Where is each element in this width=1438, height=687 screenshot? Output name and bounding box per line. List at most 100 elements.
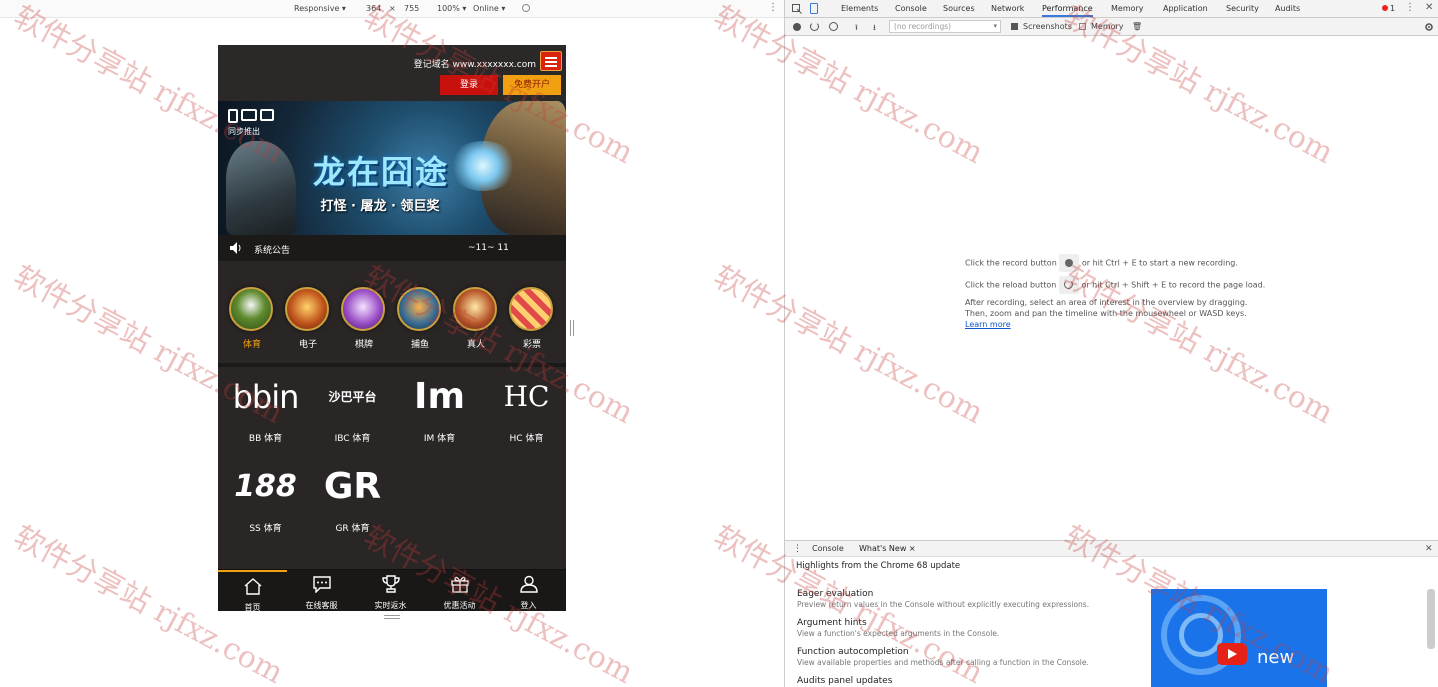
- rotate-icon[interactable]: [522, 4, 530, 12]
- learn-more-link[interactable]: Learn more: [965, 320, 1011, 329]
- drawer-menu-icon[interactable]: ⋮: [793, 544, 802, 554]
- tab-security[interactable]: Security: [1226, 4, 1259, 13]
- trash-icon[interactable]: 🗑: [1132, 22, 1142, 31]
- drawer-close-icon[interactable]: ✕: [1425, 544, 1433, 554]
- tab-sources[interactable]: Sources: [943, 4, 975, 13]
- tab-label: 实时返水: [374, 601, 407, 610]
- speaker-icon: [230, 242, 241, 254]
- drawer-tab-whats-new[interactable]: What's New ×: [859, 544, 916, 553]
- gr-logo: GR: [323, 466, 382, 507]
- lottery-icon: [509, 287, 553, 331]
- whats-new-item[interactable]: Function autocompletion View available p…: [797, 647, 1089, 667]
- settings-gear-icon[interactable]: [1424, 22, 1434, 32]
- category-label: 捕鱼: [410, 340, 429, 350]
- device-select[interactable]: Responsive ▾: [294, 4, 346, 13]
- download-icon[interactable]: ⭳: [873, 22, 876, 36]
- whats-new-item[interactable]: Eager evaluation Preview return values i…: [797, 589, 1089, 609]
- memory-label: Memory: [1091, 22, 1124, 31]
- resize-handle-right[interactable]: [570, 320, 574, 336]
- dimension-separator: ×: [389, 4, 396, 13]
- register-button[interactable]: 免费开户: [503, 75, 561, 95]
- provider-label: GR 体育: [335, 524, 370, 534]
- category-sports[interactable]: 体育: [224, 281, 280, 355]
- video-new-label: new: [1257, 647, 1295, 668]
- tab-home[interactable]: 首页: [218, 570, 287, 611]
- tab-rebate[interactable]: 实时返水: [356, 570, 425, 611]
- mobile-viewport: 登记域名 www.xxxxxxx.com 登录 免费开户 同步推出 龙在囧途 打…: [218, 45, 566, 611]
- resize-handle-bottom[interactable]: [384, 615, 400, 619]
- menu-icon[interactable]: [540, 51, 562, 71]
- memory-checkbox[interactable]: [1079, 23, 1086, 30]
- tab-memory[interactable]: Memory: [1111, 4, 1144, 13]
- drawer-scrollbar[interactable]: [1427, 589, 1435, 649]
- recording-select-value: (no recordings): [894, 22, 952, 31]
- crown-188-logo: 188: [234, 469, 297, 504]
- upload-icon[interactable]: ⭱: [855, 22, 858, 36]
- site-header: 登记域名 www.xxxxxxx.com 登录 免费开户: [218, 45, 566, 101]
- tab-network[interactable]: Network: [991, 4, 1024, 13]
- announcement-bar[interactable]: 系统公告 ~11~ 11: [218, 235, 566, 261]
- whats-new-item[interactable]: Argument hints View a function's expecte…: [797, 618, 999, 638]
- clear-icon[interactable]: [829, 22, 838, 31]
- drag-hint: After recording, select an area of inter…: [965, 298, 1248, 307]
- provider-bbin[interactable]: bbin BB 体育: [222, 371, 309, 451]
- tab-login[interactable]: 登入: [494, 570, 563, 611]
- item-title: Argument hints: [797, 618, 867, 628]
- tab-promotions[interactable]: 优惠活动: [425, 570, 494, 611]
- provider-label: BB 体育: [248, 434, 283, 444]
- category-lottery[interactable]: 彩票: [504, 281, 560, 355]
- provider-label: SS 体育: [249, 524, 282, 534]
- reload-button-icon[interactable]: [1058, 276, 1079, 294]
- record-button-icon[interactable]: [1059, 254, 1080, 272]
- hc-logo: HC: [503, 380, 550, 413]
- category-cards[interactable]: 棋牌: [336, 281, 392, 355]
- reload-icon[interactable]: [810, 22, 819, 31]
- bbin-logo: bbin: [232, 378, 300, 416]
- category-fishing[interactable]: 捕鱼: [392, 281, 448, 355]
- devtools-menu-icon[interactable]: ⋮: [1405, 3, 1415, 13]
- error-count: 1: [1390, 4, 1396, 13]
- provider-hc[interactable]: HC HC 体育: [483, 371, 566, 451]
- category-slots[interactable]: 电子: [280, 281, 336, 355]
- width-input[interactable]: 364: [366, 4, 381, 13]
- tab-console[interactable]: Console: [895, 4, 927, 13]
- tab-performance[interactable]: Performance: [1042, 4, 1093, 17]
- tab-application[interactable]: Application: [1163, 4, 1208, 13]
- record-icon[interactable]: [793, 23, 801, 31]
- height-input[interactable]: 755: [404, 4, 419, 13]
- promo-banner[interactable]: 同步推出 龙在囧途 打怪 · 屠龙 · 领巨奖: [218, 101, 566, 235]
- network-select[interactable]: Online ▾: [473, 4, 505, 13]
- whats-new-heading: Highlights from the Chrome 68 update: [796, 561, 961, 571]
- device-toolbar: Responsive ▾ 364 × 755 100% ▾ Online ▾ ⋮: [0, 0, 784, 18]
- error-icon[interactable]: [1382, 5, 1388, 11]
- drawer-tab-console[interactable]: Console: [812, 544, 844, 553]
- device-emulation-area: Responsive ▾ 364 × 755 100% ▾ Online ▾ ⋮…: [0, 0, 784, 687]
- zoom-select[interactable]: 100% ▾: [437, 4, 466, 13]
- tab-label: 优惠活动: [443, 601, 476, 610]
- play-icon[interactable]: [1217, 643, 1247, 665]
- provider-gr[interactable]: GR GR 体育: [309, 461, 396, 541]
- tab-elements[interactable]: Elements: [841, 4, 878, 13]
- device-toggle-icon[interactable]: [809, 3, 819, 14]
- sports-provider-grid: bbin BB 体育 沙巴平台 IBC 体育 Im IM 体育 HC HC 体育…: [218, 367, 566, 567]
- provider-ss[interactable]: 188 SS 体育: [222, 461, 309, 541]
- shaba-logo: 沙巴平台: [328, 390, 377, 404]
- tab-audits[interactable]: Audits: [1275, 4, 1300, 13]
- category-live[interactable]: 真人: [448, 281, 504, 355]
- recording-select[interactable]: (no recordings) ▾: [889, 20, 1001, 33]
- inspect-icon[interactable]: [792, 4, 802, 14]
- login-button[interactable]: 登录: [440, 75, 498, 95]
- chevron-down-icon: ▾: [993, 22, 997, 30]
- provider-im[interactable]: Im IM 体育: [396, 371, 483, 451]
- roulette-icon: [453, 287, 497, 331]
- banner-title: 龙在囧途: [312, 153, 449, 191]
- provider-ibc[interactable]: 沙巴平台 IBC 体育: [309, 371, 396, 451]
- close-icon[interactable]: ✕: [1425, 2, 1433, 13]
- whats-new-item[interactable]: Audits panel updates: [797, 676, 892, 686]
- provider-label: HC 体育: [509, 434, 544, 444]
- tab-support[interactable]: 在线客服: [287, 570, 356, 611]
- screenshots-checkbox[interactable]: [1011, 23, 1018, 30]
- whats-new-video-thumbnail[interactable]: new: [1151, 589, 1327, 687]
- gift-icon: [451, 576, 469, 593]
- more-options-icon[interactable]: ⋮: [768, 3, 778, 13]
